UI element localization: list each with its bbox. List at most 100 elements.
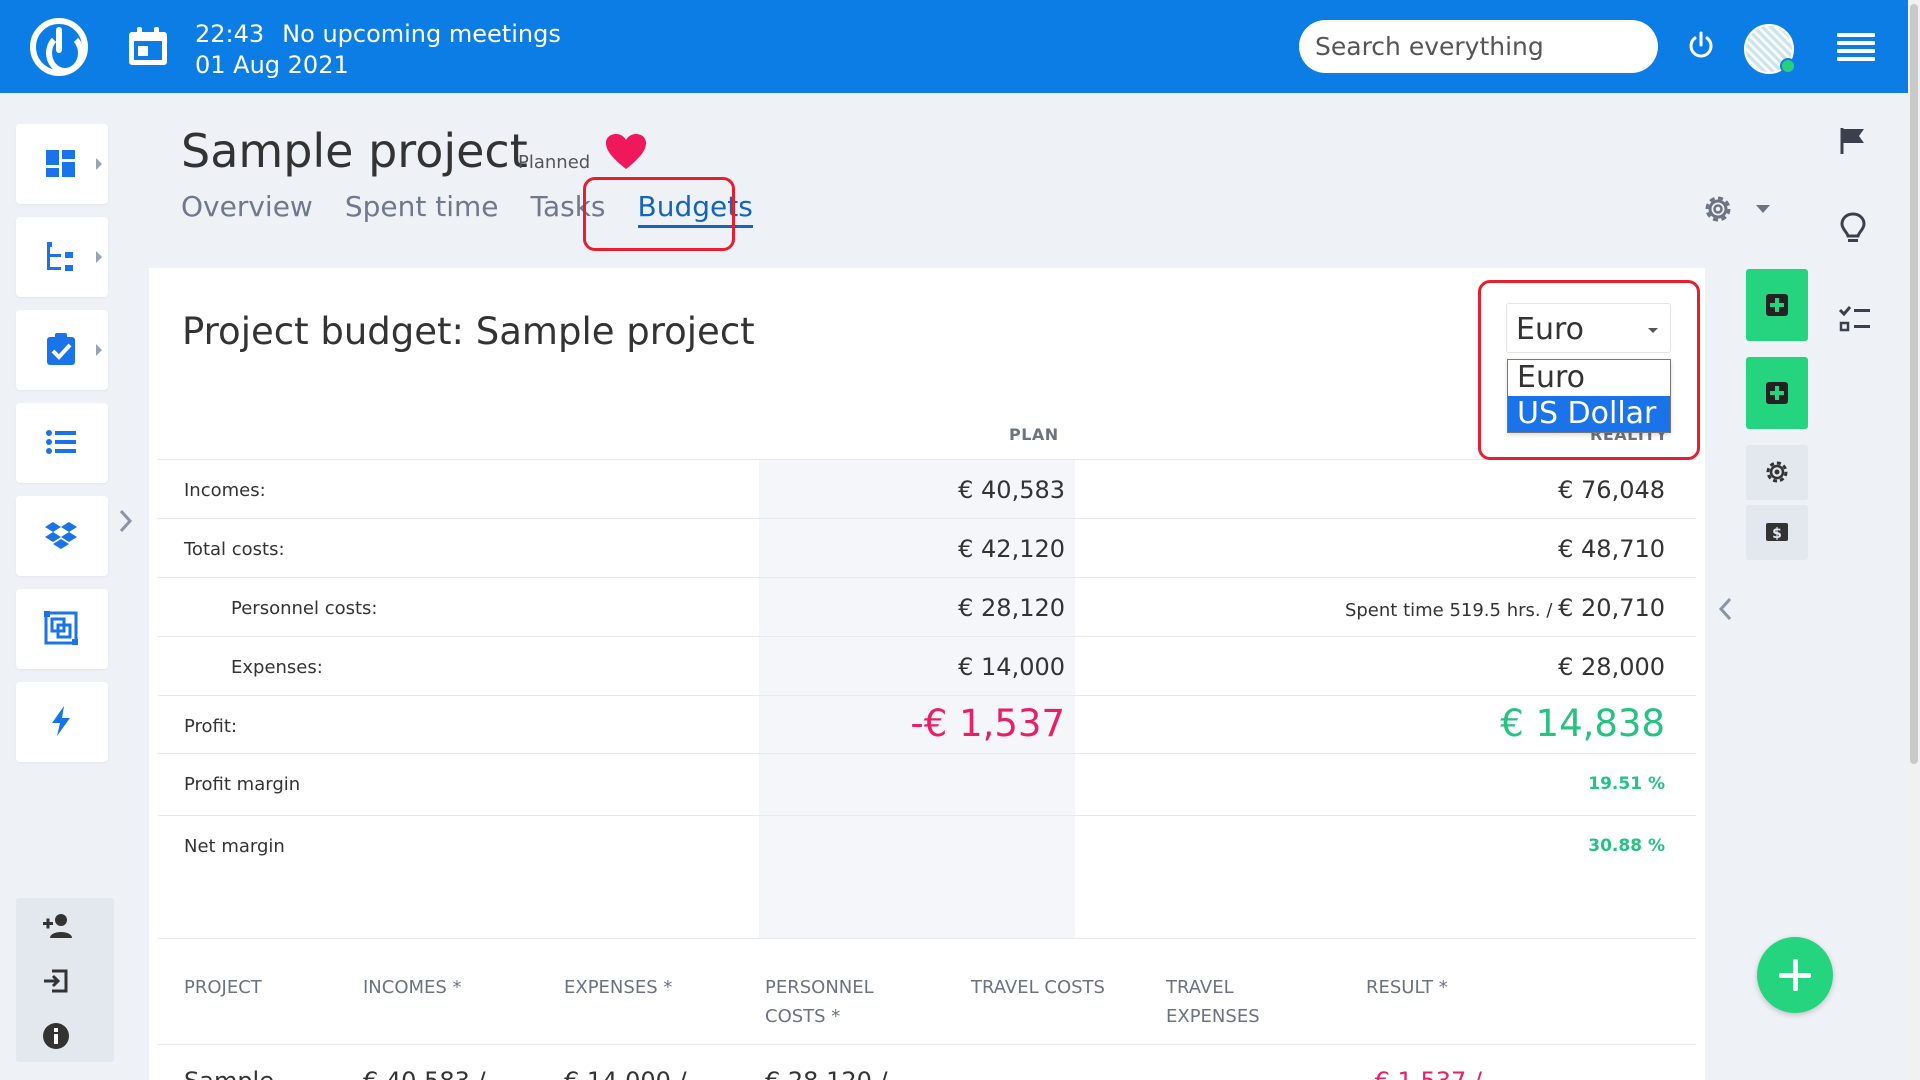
th-project[interactable]: PROJECT xyxy=(184,973,262,1002)
clock-meetings[interactable]: 22:43 No upcoming meetings 01 Aug 2021 xyxy=(195,19,561,81)
current-date: 01 Aug 2021 xyxy=(195,51,349,79)
nav-dashboard[interactable] xyxy=(16,124,108,204)
reality-value: € 14,838 xyxy=(1500,702,1665,745)
reality-value: € 28,000 xyxy=(1558,653,1665,681)
expand-nav-chevron-icon[interactable] xyxy=(118,508,134,534)
left-nav xyxy=(16,124,108,775)
hamburger-menu-icon[interactable] xyxy=(1837,33,1875,61)
calendar-icon[interactable] xyxy=(129,27,167,65)
row-total-costs: Total costs: € 42,120 € 48,710 xyxy=(158,518,1696,577)
nav-dropbox[interactable] xyxy=(16,496,108,576)
budget-title: Project budget: Sample project xyxy=(182,310,755,353)
plan-value: € 42,120 xyxy=(958,535,1065,563)
add-user-icon[interactable] xyxy=(42,912,74,940)
info-icon[interactable] xyxy=(42,1022,70,1050)
search-input[interactable] xyxy=(1299,20,1658,73)
project-status-badge: Planned xyxy=(518,152,591,173)
app-logo-icon[interactable] xyxy=(30,18,88,76)
page-scrollbar[interactable] xyxy=(1908,0,1920,1080)
plan-value: -€ 1,537 xyxy=(910,702,1065,745)
row-label: Profit margin xyxy=(184,774,301,795)
boards-icon xyxy=(44,611,78,645)
budgets-tab-highlight xyxy=(583,177,735,251)
checklist-icon[interactable] xyxy=(1838,304,1872,334)
reality-value: Spent time 519.5 hrs. / € 20,710 xyxy=(1345,594,1665,622)
row-label: Net margin xyxy=(184,836,285,857)
plus-square-icon xyxy=(1766,382,1788,404)
money-button[interactable]: $ xyxy=(1746,505,1808,560)
dropbox-icon xyxy=(45,522,77,549)
dollar-bill-icon: $ xyxy=(1766,523,1788,542)
nav-resources[interactable] xyxy=(16,589,108,669)
favorite-heart-icon[interactable] xyxy=(605,133,647,171)
add-expense-button[interactable] xyxy=(1746,357,1808,429)
th-expenses[interactable]: EXPENSES * xyxy=(564,973,672,1002)
nav-tasks[interactable] xyxy=(16,310,108,390)
row-label: Expenses: xyxy=(231,657,323,678)
settings-dropdown-caret-icon[interactable] xyxy=(1756,205,1770,213)
sign-in-icon[interactable] xyxy=(42,968,70,994)
reality-value: € 76,048 xyxy=(1558,476,1665,504)
plus-square-icon xyxy=(1766,294,1788,316)
projects-table-header: PROJECT INCOMES * EXPENSES * PERSONNEL C… xyxy=(158,938,1696,1044)
plan-value: € 14,000 xyxy=(958,653,1065,681)
currency-highlight xyxy=(1478,280,1700,460)
cell-personnel: € 28,120 / xyxy=(765,1067,888,1080)
row-label: Personnel costs: xyxy=(231,598,378,619)
user-avatar[interactable] xyxy=(1744,24,1796,74)
row-incomes: Incomes: € 40,583 € 76,048 xyxy=(158,459,1696,518)
row-expenses: Expenses: € 14,000 € 28,000 xyxy=(158,636,1696,695)
th-travel-expenses[interactable]: TRAVEL EXPENSES xyxy=(1166,973,1276,1031)
spent-time-link[interactable]: Spent time 519.5 hrs. / xyxy=(1345,600,1558,621)
tab-overview[interactable]: Overview xyxy=(181,190,313,228)
column-header-plan: PLAN xyxy=(1009,425,1059,444)
nav-list[interactable] xyxy=(16,403,108,483)
th-personnel-costs[interactable]: PERSONNEL COSTS * xyxy=(765,973,895,1031)
nav-structure[interactable] xyxy=(16,217,108,297)
page-title: Sample project xyxy=(181,124,528,178)
nav-actions[interactable] xyxy=(16,682,108,762)
reality-value: 19.51 % xyxy=(1588,774,1665,794)
flag-icon[interactable] xyxy=(1838,126,1868,156)
tab-spent-time[interactable]: Spent time xyxy=(345,190,499,228)
current-time: 22:43 xyxy=(195,20,265,48)
settings-gear-icon[interactable] xyxy=(1700,191,1736,227)
top-bar: 22:43 No upcoming meetings 01 Aug 2021 xyxy=(0,0,1920,93)
row-label: Total costs: xyxy=(184,539,285,560)
fab-add-button[interactable] xyxy=(1757,937,1833,1013)
reality-value: € 48,710 xyxy=(1558,535,1665,563)
th-incomes[interactable]: INCOMES * xyxy=(363,973,462,1002)
tree-structure-icon xyxy=(47,242,73,271)
lightbulb-icon[interactable] xyxy=(1838,211,1868,247)
row-profit-margin: Profit margin 19.51 % xyxy=(158,753,1696,815)
budget-card: Project budget: Sample project Euro Euro… xyxy=(149,268,1705,1080)
th-travel-costs[interactable]: TRAVEL COSTS xyxy=(971,973,1105,1002)
gear-icon xyxy=(1766,461,1788,483)
row-label: Profit: xyxy=(184,716,238,737)
meetings-status: No upcoming meetings xyxy=(282,20,561,48)
cell-project[interactable]: Sample xyxy=(184,1067,274,1080)
plan-value: € 28,120 xyxy=(958,594,1065,622)
reality-value: 30.88 % xyxy=(1588,836,1665,856)
plan-value: € 40,583 xyxy=(958,476,1065,504)
left-nav-bottom xyxy=(16,898,114,1062)
cell-incomes: € 40,583 / xyxy=(363,1067,486,1080)
lightning-icon xyxy=(52,706,70,736)
clipboard-check-icon xyxy=(47,333,75,365)
power-icon[interactable] xyxy=(1686,31,1716,61)
row-personnel-costs: Personnel costs: € 28,120 Spent time 519… xyxy=(158,577,1696,636)
personnel-reality-amount: € 20,710 xyxy=(1558,594,1665,622)
dashboard-icon xyxy=(46,150,75,177)
th-result[interactable]: RESULT * xyxy=(1366,973,1448,1002)
add-income-button[interactable] xyxy=(1746,269,1808,341)
row-net-margin: Net margin 30.88 % xyxy=(158,815,1696,877)
scrollbar-thumb[interactable] xyxy=(1910,4,1918,764)
row-label: Incomes: xyxy=(184,480,266,501)
collapse-sidebar-chevron-icon[interactable] xyxy=(1718,596,1734,622)
budget-settings-button[interactable] xyxy=(1746,445,1808,500)
row-profit: Profit: -€ 1,537 € 14,838 xyxy=(158,695,1696,753)
online-status-icon xyxy=(1780,58,1796,74)
cell-expenses: € 14,000 / xyxy=(564,1067,687,1080)
list-icon xyxy=(46,430,76,454)
table-row: Sample € 40,583 / € 14,000 / € 28,120 / … xyxy=(158,1044,1696,1080)
